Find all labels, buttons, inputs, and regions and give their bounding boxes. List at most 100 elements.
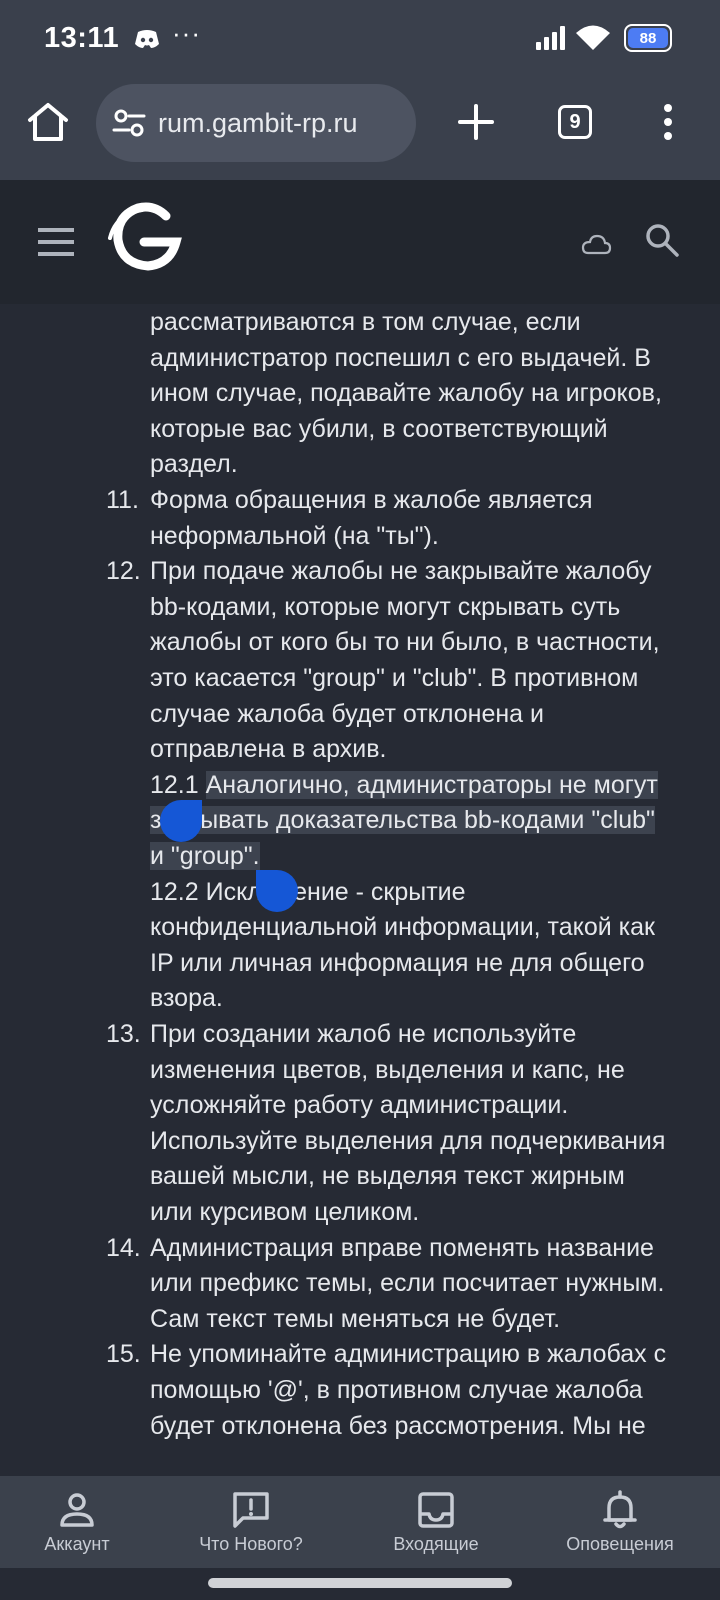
article-line: IP или личная информация не для общего xyxy=(150,945,645,981)
selected-text[interactable]: и "group". xyxy=(150,842,260,870)
selection-end-handle[interactable] xyxy=(256,870,298,912)
site-logo[interactable] xyxy=(104,198,184,278)
battery-level: 88 xyxy=(628,28,668,48)
article-line-text: При создании жалоб не используйте xyxy=(150,1020,577,1048)
article-line: которые вас убили, в соответствующий xyxy=(150,411,608,447)
nav-account[interactable]: Аккаунт xyxy=(2,1476,152,1568)
article-line-text: Сам текст темы меняться не будет. xyxy=(150,1304,561,1333)
nav-whats-new[interactable]: Что Нового? xyxy=(176,1476,326,1568)
tab-switcher-button[interactable]: 9 xyxy=(558,105,592,139)
article-line: это касается "group" и "club". В противн… xyxy=(150,660,638,696)
selection-start-handle[interactable] xyxy=(160,800,202,842)
article-line-text: 12.2 Исключение - скрытие xyxy=(150,877,466,906)
article-line-text: помощью '@', в противном случае жалоба xyxy=(150,1376,643,1404)
nav-whats-new-label: Что Нового? xyxy=(199,1534,303,1554)
article-line-text: взора. xyxy=(150,984,223,1013)
article-line: администратор поспешил с его выдачей. В xyxy=(150,340,651,376)
nav-notifications-label: Оповещения xyxy=(566,1534,674,1554)
inbox-icon xyxy=(418,1492,454,1528)
article-line-text: администратор поспешил с его выдачей. В xyxy=(150,343,651,372)
article-line-text: случае жалоба будет отклонена и xyxy=(150,699,544,728)
overflow-menu-icon[interactable] xyxy=(656,100,680,144)
home-icon[interactable] xyxy=(26,100,70,144)
article-line-text: неформальной (на "ты"). xyxy=(150,521,439,550)
cloud-icon[interactable] xyxy=(580,232,612,256)
site-settings-icon[interactable] xyxy=(112,108,146,138)
article-line: усложняйте работу администрации. xyxy=(150,1087,568,1123)
article-line-text: вашей мысли, не выделяя текст жирным xyxy=(150,1162,625,1191)
bottom-navigation: Аккаунт Что Нового? Входящие Оповещения xyxy=(0,1476,720,1568)
article-line: помощью '@', в противном случае жалоба xyxy=(150,1372,643,1408)
discord-icon xyxy=(135,30,159,48)
article-line: рассматриваются в том случае, если xyxy=(150,304,581,340)
list-number: 11. xyxy=(106,486,139,514)
selected-text[interactable]: закрывать доказательства bb-кодами "club… xyxy=(150,806,655,835)
new-tab-icon[interactable] xyxy=(454,100,498,144)
status-time: 13:11 xyxy=(44,22,120,54)
article-line: изменения цветов, выделения и капс, не xyxy=(150,1052,625,1088)
account-icon xyxy=(60,1493,94,1527)
article-line: Не упоминайте администрацию в жалобах с xyxy=(150,1336,666,1372)
wifi-icon xyxy=(576,25,610,50)
list-number: 14. xyxy=(106,1233,141,1262)
article-line: раздел. xyxy=(150,446,238,482)
article-line-text: bb-кодами, которые могут скрывать суть xyxy=(150,592,621,621)
article-line-text: ином случае, подавайте жалобу на игроков… xyxy=(150,379,662,408)
list-number: 12. xyxy=(106,557,141,586)
address-bar[interactable]: rum.gambit-rp.ru xyxy=(96,84,416,162)
article-line: случае жалоба будет отклонена и xyxy=(150,696,544,732)
article-line-text: или префикс темы, если посчитает нужным. xyxy=(150,1269,665,1298)
article-line-text: или курсивом целиком. xyxy=(150,1198,420,1226)
article-line-text: раздел. xyxy=(150,450,238,479)
bell-icon xyxy=(603,1490,637,1529)
article-line-text: отправлена в архив. xyxy=(150,735,387,764)
article-line: ином случае, подавайте жалобу на игроков… xyxy=(150,375,662,411)
article-line: будет отклонена без рассмотрения. Мы не xyxy=(150,1408,646,1444)
article-line-text: Администрация вправе поменять название xyxy=(150,1233,654,1262)
more-notifications-icon: ··· xyxy=(172,18,201,48)
gesture-area xyxy=(0,1568,720,1600)
article-line: При создании жалоб не используйте xyxy=(150,1016,576,1052)
article-line: 12.2 Исключение - скрытие xyxy=(150,874,466,910)
article-line-text: Форма обращения в жалобе является xyxy=(150,486,593,514)
article-line: или курсивом целиком. xyxy=(150,1194,419,1230)
gesture-handle[interactable] xyxy=(208,1578,512,1588)
article-line: Используйте выделения для подчеркивания xyxy=(150,1123,665,1159)
article-line-text: Используйте выделения для подчеркивания xyxy=(150,1126,666,1155)
signal-icon xyxy=(536,26,565,50)
article-line: закрывать доказательства bb-кодами "club… xyxy=(150,802,655,838)
hamburger-menu-icon[interactable] xyxy=(38,228,74,256)
article-line-text: жалобы от кого бы то ни было, в частност… xyxy=(150,628,660,657)
article-line-text: изменения цветов, выделения и капс, не xyxy=(150,1055,625,1084)
browser-chrome: 13:11 ··· 88 rum.gambit-rp.ru 9 xyxy=(0,0,720,180)
article-line: bb-кодами, которые могут скрывать суть xyxy=(150,589,620,625)
selected-text[interactable]: Аналогично, администраторы не могут xyxy=(205,770,658,799)
article-line-text: будет отклонена без рассмотрения. Мы не xyxy=(150,1411,646,1440)
article-line: и "group". xyxy=(150,838,260,874)
article-line: конфиденциальной информации, такой как xyxy=(150,909,655,945)
article-line: 12.1 Аналогично, администраторы не могут xyxy=(150,767,658,803)
article-line: неформальной (на "ты"). xyxy=(150,518,439,554)
nav-inbox[interactable]: Входящие xyxy=(361,1476,511,1568)
article-line: Администрация вправе поменять название xyxy=(150,1230,654,1266)
article-line: отправлена в архив. xyxy=(150,731,386,767)
url-text: rum.gambit-rp.ru xyxy=(158,107,358,138)
article-line-text: которые вас убили, в соответствующий xyxy=(150,414,608,443)
battery-indicator: 88 xyxy=(624,24,672,52)
article-line-text: 12.1 xyxy=(150,770,206,799)
article-line-text: конфиденциальной информации, такой как xyxy=(150,913,655,942)
article-line: вашей мысли, не выделяя текст жирным xyxy=(150,1158,625,1194)
article-line: или префикс темы, если посчитает нужным. xyxy=(150,1265,664,1301)
article-line-text: При подаче жалобы не закрывайте жалобу xyxy=(150,557,652,586)
article-line-text: IP или личная информация не для общего xyxy=(150,948,645,977)
article-line: жалобы от кого бы то ни было, в частност… xyxy=(150,624,660,660)
search-icon[interactable] xyxy=(644,222,680,258)
nav-inbox-label: Входящие xyxy=(393,1534,479,1554)
article-line: взора. xyxy=(150,980,223,1016)
whats-new-icon xyxy=(233,1492,269,1528)
list-number: 13. xyxy=(106,1020,141,1048)
article-line-text: рассматриваются в том случае, если xyxy=(150,308,581,336)
article-line: При подаче жалобы не закрывайте жалобу xyxy=(150,553,652,589)
nav-notifications[interactable]: Оповещения xyxy=(545,1476,695,1568)
article-line-text: Не упоминайте администрацию в жалобах с xyxy=(150,1340,667,1369)
